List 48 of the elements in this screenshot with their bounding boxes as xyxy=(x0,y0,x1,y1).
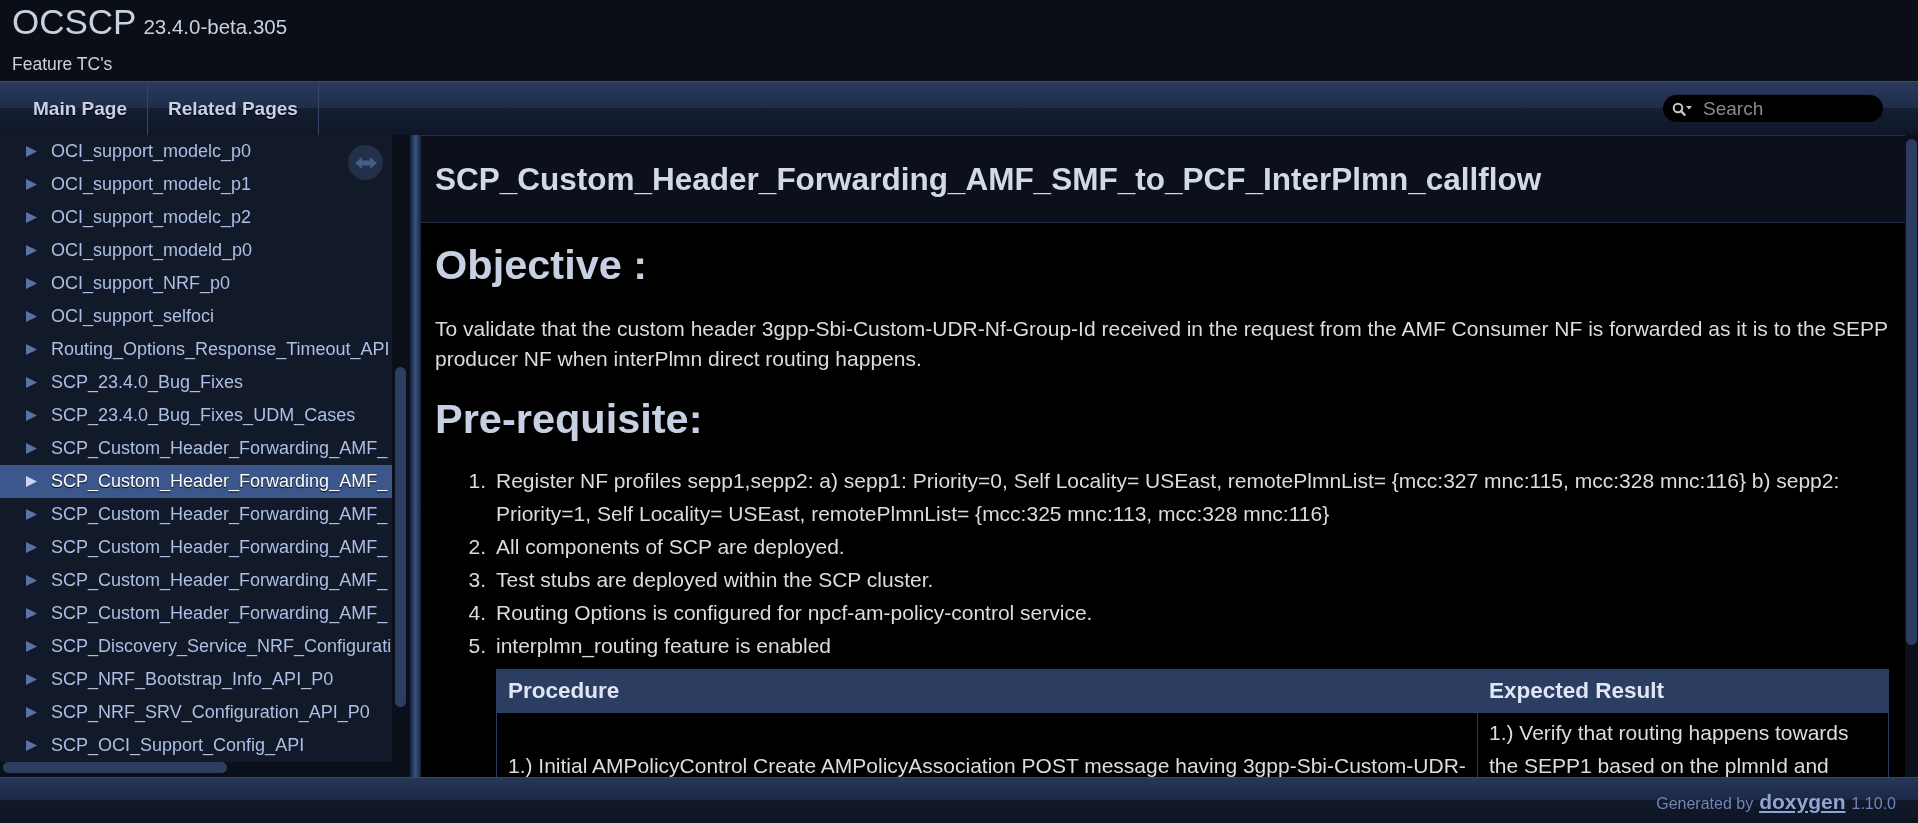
project-title: OCSCP xyxy=(12,1,137,43)
list-number: 2. xyxy=(468,535,486,558)
list-item-text: interplmn_routing feature is enabled xyxy=(496,633,832,660)
list-number: 1. xyxy=(468,469,486,492)
list-item-text: Routing Options is configured for npcf-am-policy-control service. xyxy=(496,600,1093,626)
page-title: SCP_Custom_Header_Forwarding_AMF_SMF_to_PCF_InterPlmn_callflow xyxy=(435,160,1542,198)
tree-item[interactable]: SCP_NRF_Bootstrap_Info_API_P0 xyxy=(0,663,392,696)
tree-item[interactable]: SCP_Custom_Header_Forwarding_AMF_ xyxy=(0,564,392,597)
tree-item[interactable]: OCI_support_modelc_p1 xyxy=(0,168,392,201)
tree-item[interactable]: OCI_support_NRF_p0 xyxy=(0,267,392,300)
tree-item[interactable]: OCI_support_modelc_p0 xyxy=(0,135,392,168)
table-header-cell: Expected Result xyxy=(1477,669,1889,713)
list-item-text: All components of SCP are deployed. xyxy=(496,534,845,560)
tree-item[interactable]: SCP_23.4.0_Bug_Fixes xyxy=(0,366,392,399)
generator-version: 1.10.0 xyxy=(1851,795,1896,813)
tree-item[interactable]: SCP_23.4.0_Bug_Fixes_UDM_Cases xyxy=(0,399,392,432)
search-icon[interactable] xyxy=(1672,101,1692,116)
tree-item[interactable]: SCP_NRF_SRV_Configuration_API_P0 xyxy=(0,696,392,729)
section-heading: Pre-requisite: xyxy=(435,394,703,444)
project-version: 23.4.0-beta.305 xyxy=(143,14,288,40)
scrollbar-thumb[interactable] xyxy=(3,762,227,773)
tree-item[interactable]: SCP_OCI_Support_Config_API xyxy=(0,729,392,762)
table-header-cell: Procedure xyxy=(496,669,1478,713)
tree-item[interactable]: OCI_support_modelc_p2 xyxy=(0,201,392,234)
tree-item[interactable]: SCP_Custom_Header_Forwarding_AMF_ xyxy=(0,531,392,564)
double-arrow-icon xyxy=(354,156,377,169)
tree-item[interactable]: SCP_Discovery_Service_NRF_Configurati xyxy=(0,630,392,663)
search-field[interactable]: Search xyxy=(1663,95,1883,122)
doxygen-link[interactable]: doxygen xyxy=(1759,790,1846,814)
paragraph: To validate that the custom header 3gpp-Sbi-Custom-UDR-Nf-Group-Id received in the request from the AMF Consumer NF is forwarded as it is to the SEPP producer NF when interPlmn direct routing happens. xyxy=(435,316,1889,372)
tree-item[interactable]: SCP_Custom_Header_Forwarding_AMF_ xyxy=(0,498,392,531)
scrollbar-thumb[interactable] xyxy=(395,367,406,707)
list-number: 3. xyxy=(468,568,486,591)
tree-item[interactable]: Routing_Options_Response_Timeout_API xyxy=(0,333,392,366)
tree-item[interactable]: SCP_Custom_Header_Forwarding_AMF_ xyxy=(0,597,392,630)
list-number: 4. xyxy=(468,601,486,624)
generated-by-text: Generated by xyxy=(1656,795,1754,813)
tree-item[interactable]: OCI_support_modeld_p0 xyxy=(0,234,392,267)
tree-item[interactable]: SCP_Custom_Header_Forwarding_AMF_ xyxy=(0,465,392,498)
list-item-text: Register NF profiles sepp1,sepp2: a) sepp1: Priority=0, Self Locality= USEast, remotePlmnList= {mcc:327 mnc:115, mcc:328 mnc:116} b) sepp2: Priority=1, Self Locality= USEast, remotePlmnList= {mcc:325 mnc:113, mcc:328 mnc:116} xyxy=(496,468,1841,527)
list-item-text: Test stubs are deployed within the SCP cluster. xyxy=(496,567,934,593)
project-brief: Feature TC's xyxy=(12,53,113,76)
splitter-handle[interactable] xyxy=(410,135,421,777)
list-number: 5. xyxy=(468,634,486,657)
tree-item[interactable]: SCP_Custom_Header_Forwarding_AMF_ xyxy=(0,432,392,465)
section-heading: Objective : xyxy=(435,240,648,290)
scrollbar-thumb[interactable] xyxy=(1906,139,1917,645)
tree-item[interactable]: OCI_support_selfoci xyxy=(0,300,392,333)
